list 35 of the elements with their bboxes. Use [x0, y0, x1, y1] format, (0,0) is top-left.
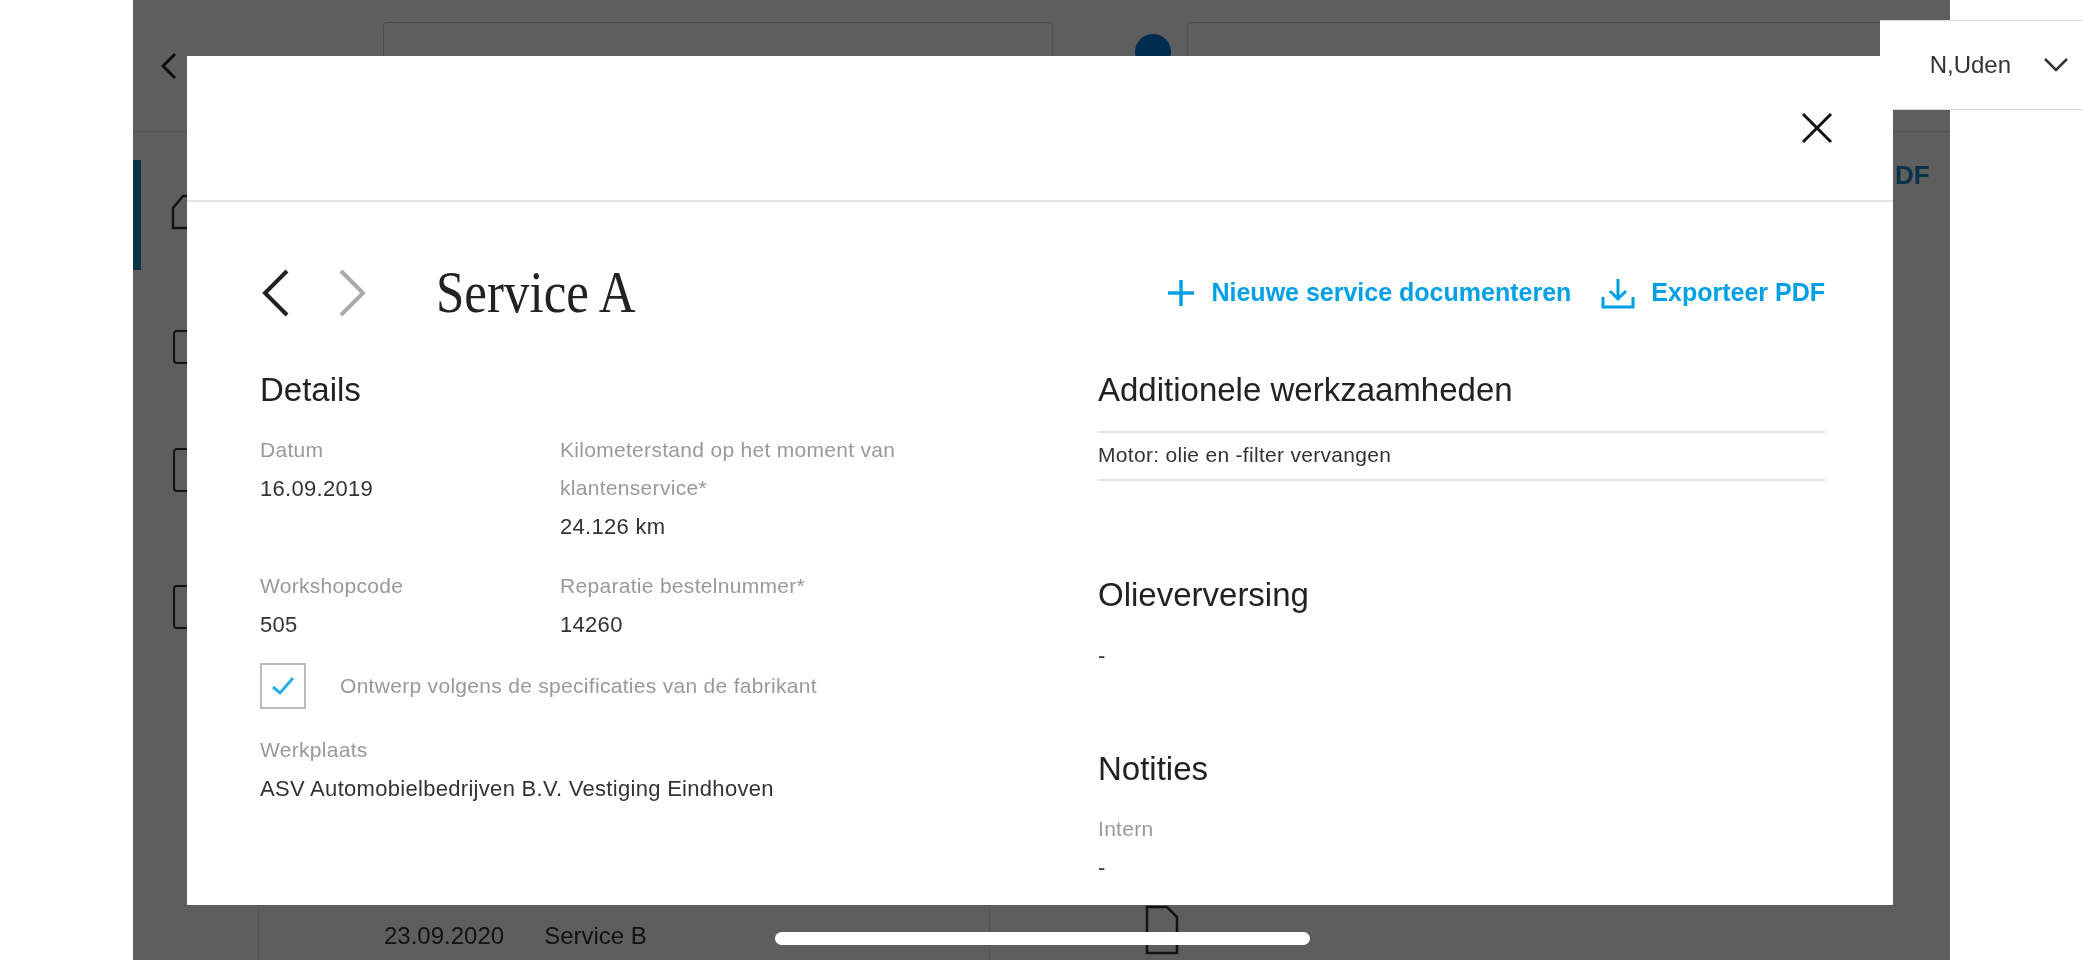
checkbox[interactable] — [260, 663, 306, 709]
field-value: 24.126 km — [560, 513, 667, 541]
section-heading: Additionele werkzaamheden — [1098, 371, 1514, 409]
field-value: 14260 — [560, 611, 624, 639]
download-icon — [1601, 276, 1636, 309]
field-value: 16.09.2019 — [260, 475, 375, 503]
field-value: - — [1098, 854, 1107, 882]
field-label: Werkplaats — [260, 737, 369, 763]
section-heading: Details — [260, 371, 362, 409]
section-heading: Notities — [1098, 750, 1210, 788]
new-service-link[interactable]: Nieuwe service documenteren — [1167, 276, 1572, 309]
field-value: 505 — [260, 611, 299, 639]
history-date: 23.09.2020 — [384, 922, 505, 950]
export-link-fragment[interactable]: DF — [1895, 160, 1930, 191]
service-title: Service A — [436, 258, 637, 327]
document-icon[interactable] — [1145, 905, 1179, 955]
work-item: Motor: olie en -filter vervangen — [1098, 442, 1393, 468]
close-icon[interactable] — [1801, 112, 1833, 144]
section-heading: Olieverversing — [1098, 576, 1310, 614]
back-chevron-icon[interactable] — [161, 52, 177, 80]
field-label: Workshopcode — [260, 573, 405, 599]
chevron-down-icon — [2043, 57, 2069, 73]
field-label: Intern — [1098, 816, 1155, 842]
checkbox-label: Ontwerp volgens de specificaties van de fabrikant — [340, 673, 817, 699]
field-label: Reparatie bestelnummer* — [560, 573, 807, 599]
previous-button[interactable] — [260, 267, 290, 318]
location-dropdown[interactable]: N,Uden — [1880, 20, 2083, 110]
plus-icon — [1167, 278, 1196, 307]
field-label: Datum — [260, 437, 325, 463]
export-pdf-link[interactable]: Exporteer PDF — [1601, 276, 1825, 309]
history-service: Service B — [544, 922, 647, 950]
field-label: Kilometerstand op het moment van klantenservice* — [560, 437, 897, 501]
field-value: - — [1098, 642, 1107, 670]
field-value: ASV Automobielbedrijven B.V. Vestiging Eindhoven — [260, 775, 775, 803]
checkmark-icon — [271, 676, 295, 696]
